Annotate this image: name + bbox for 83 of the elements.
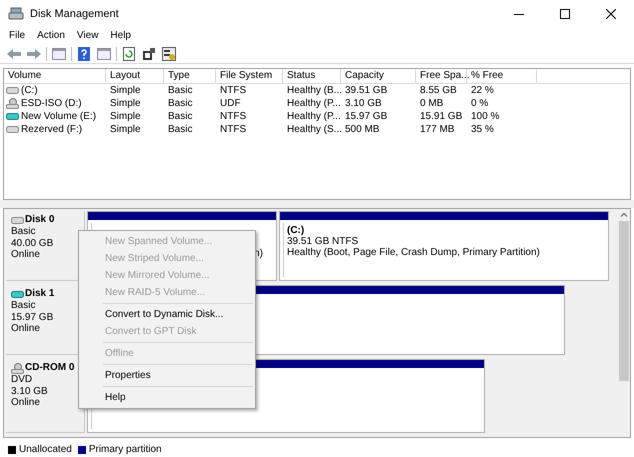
menu-item[interactable]: Convert to Dynamic Disk... bbox=[79, 306, 255, 323]
table-cell: Healthy (B... bbox=[287, 84, 342, 97]
legend-label: Primary partition bbox=[88, 444, 162, 455]
drive-icon bbox=[6, 86, 19, 95]
table-cell: Healthy (P... bbox=[287, 110, 341, 123]
table-cell: 39.51 GB bbox=[345, 84, 388, 97]
table-cell: Basic bbox=[168, 84, 192, 97]
partition-block[interactable]: (C:) 39.51 GB NTFS Healthy (Boot, Page File, Crash Dump, Primary Partition) bbox=[279, 211, 609, 281]
table-cell: 22 % bbox=[471, 84, 494, 97]
settings-button[interactable] bbox=[161, 46, 177, 62]
table-cell: Simple bbox=[110, 123, 141, 136]
disk-info: Online bbox=[11, 323, 41, 334]
disk-info: Online bbox=[11, 249, 41, 260]
disk-info: 40.00 GB bbox=[11, 238, 54, 249]
table-cell: Simple bbox=[110, 110, 141, 123]
table-cell: 15.91 GB bbox=[420, 110, 462, 123]
scroll-up-icon[interactable] bbox=[620, 211, 628, 219]
console-tree-button[interactable] bbox=[51, 46, 67, 62]
table-cell: Healthy (S... bbox=[287, 123, 342, 136]
drive-icon bbox=[6, 112, 19, 121]
column-header[interactable]: Layout bbox=[106, 69, 164, 83]
menu-item[interactable]: Properties bbox=[79, 367, 255, 384]
disk-name: Disk 0 bbox=[25, 214, 54, 226]
table-cell: Simple bbox=[110, 84, 141, 97]
table-cell: NTFS bbox=[220, 110, 246, 123]
column-header[interactable]: Capacity bbox=[341, 69, 416, 83]
column-header[interactable]: % Free bbox=[467, 69, 537, 83]
disk-info: 15.97 GB bbox=[11, 312, 54, 323]
column-header[interactable]: Free Spa... bbox=[416, 69, 467, 83]
menu-item[interactable]: Help bbox=[105, 29, 136, 43]
table-cell: 3.10 GB bbox=[345, 97, 382, 110]
disk-info: Basic bbox=[11, 300, 36, 312]
table-cell: 8.55 GB bbox=[420, 84, 457, 97]
disk-info: Online bbox=[11, 397, 41, 408]
table-cell: 100 % bbox=[471, 110, 500, 123]
column-header[interactable]: File System bbox=[216, 69, 283, 83]
table-cell: 0 % bbox=[471, 97, 488, 110]
menu-item[interactable]: Action bbox=[32, 29, 70, 43]
help-button[interactable] bbox=[76, 46, 92, 62]
cd-drive-icon bbox=[6, 98, 19, 109]
partition-info: 39.51 GB NTFS bbox=[287, 236, 360, 247]
menu-item[interactable]: View bbox=[72, 29, 104, 43]
drive-icon bbox=[11, 290, 24, 298]
window-title: Disk Management bbox=[30, 6, 119, 22]
volume-name: ESD-ISO (D:) bbox=[21, 97, 82, 110]
cd-drive-icon bbox=[11, 362, 24, 374]
legend-label: Unallocated bbox=[19, 444, 72, 455]
partition-info: Healthy (Boot, Page File, Crash Dump, Primary Partition) bbox=[287, 247, 541, 258]
action-pane-button[interactable] bbox=[96, 46, 112, 62]
drive-icon bbox=[11, 216, 24, 224]
column-header[interactable]: Type bbox=[164, 69, 216, 83]
table-cell: 15.97 GB bbox=[345, 110, 388, 123]
table-cell: Basic bbox=[168, 110, 192, 123]
properties-button[interactable] bbox=[141, 46, 157, 62]
disk-management-icon bbox=[8, 7, 24, 21]
disk-name: CD-ROM 0 bbox=[25, 362, 74, 374]
table-cell: UDF bbox=[220, 97, 241, 110]
disk-info: 3.10 GB bbox=[11, 386, 49, 397]
table-cell: NTFS bbox=[220, 84, 246, 97]
disk-info: DVD bbox=[11, 374, 34, 386]
disk-name: Disk 1 bbox=[25, 288, 54, 300]
maximize-icon bbox=[560, 9, 570, 19]
table-cell: Basic bbox=[168, 97, 192, 110]
menu-item[interactable]: File bbox=[4, 29, 30, 43]
table-cell: 500 MB bbox=[345, 123, 380, 136]
partition-title: (C:) bbox=[287, 225, 306, 236]
table-cell: Simple bbox=[110, 97, 141, 110]
drive-icon bbox=[6, 125, 19, 134]
table-cell: 177 MB bbox=[420, 123, 454, 136]
menu-item[interactable]: Help bbox=[79, 389, 255, 406]
volume-name: New Volume (E:) bbox=[21, 110, 96, 123]
column-header[interactable]: Volume bbox=[4, 69, 106, 83]
table-cell: Healthy (P... bbox=[287, 97, 341, 110]
table-cell: 35 % bbox=[471, 123, 494, 136]
table-cell: Basic bbox=[168, 123, 192, 136]
volume-name: Rezerved (F:) bbox=[21, 123, 82, 136]
table-cell: 0 MB bbox=[420, 97, 444, 110]
table-cell: NTFS bbox=[220, 123, 246, 136]
column-header[interactable]: Status bbox=[283, 69, 341, 83]
disk-info: Basic bbox=[11, 226, 36, 238]
close-icon bbox=[606, 9, 616, 19]
refresh-button[interactable] bbox=[121, 46, 137, 62]
volume-name: (C:) bbox=[21, 84, 38, 97]
